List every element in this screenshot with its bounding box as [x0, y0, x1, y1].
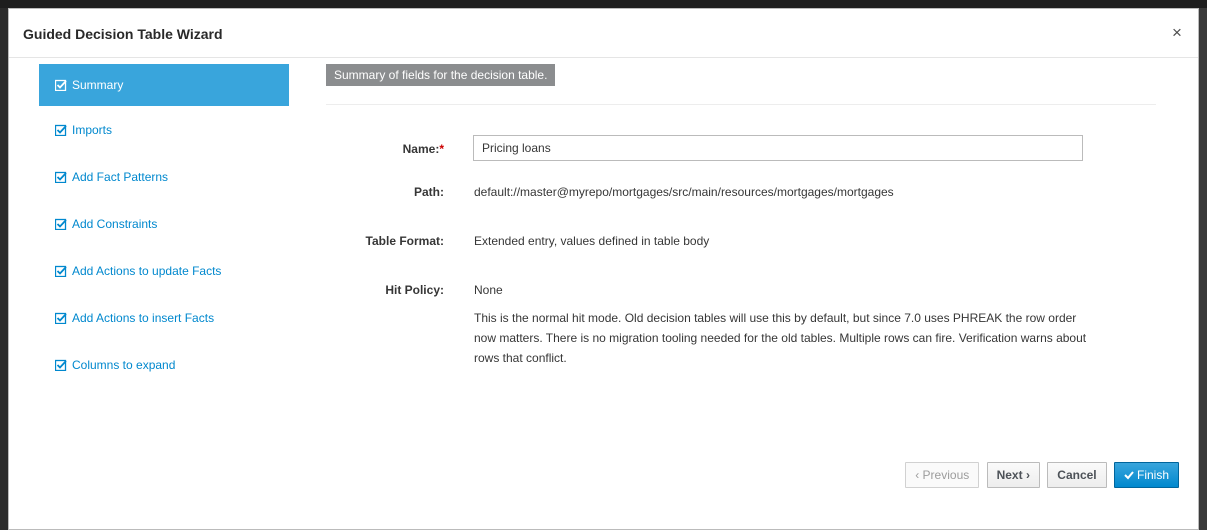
- name-label-text: Name:: [402, 142, 440, 156]
- step-add-actions-update[interactable]: Add Actions to update Facts: [39, 250, 289, 294]
- path-label: Path:: [414, 185, 444, 199]
- finish-label: Finish: [1136, 468, 1169, 482]
- checkbox-checked-icon: [55, 79, 67, 91]
- wizard-steps-nav: Summary Imports Add Fact Patterns Add Co…: [39, 64, 289, 391]
- hit-policy-description: This is the normal hit mode. Old decisio…: [474, 311, 1087, 365]
- step-label: Add Actions to insert Facts: [72, 311, 215, 325]
- step-label: Summary: [72, 78, 124, 92]
- summary-panel: Summary of fields for the decision table…: [326, 64, 1158, 365]
- table-format-label: Table Format:: [365, 234, 444, 248]
- step-label: Imports: [72, 123, 113, 137]
- hit-policy-label: Hit Policy:: [385, 283, 444, 297]
- close-button[interactable]: ×: [1170, 24, 1184, 41]
- dialog-title: Guided Decision Table Wizard: [23, 26, 223, 42]
- page-backdrop-edge: [1199, 8, 1207, 530]
- step-label: Add Actions to update Facts: [72, 264, 222, 278]
- checkbox-checked-icon: [55, 171, 67, 183]
- step-summary[interactable]: Summary: [39, 64, 289, 106]
- divider: [326, 104, 1156, 105]
- step-label: Columns to expand: [72, 358, 176, 372]
- dialog-header: Guided Decision Table Wizard ×: [9, 9, 1198, 58]
- hit-policy-value: None: [474, 283, 503, 297]
- summary-banner: Summary of fields for the decision table…: [326, 64, 556, 86]
- wizard-footer: ‹ Previous Next › Cancel Finish: [901, 462, 1179, 488]
- step-add-fact-patterns[interactable]: Add Fact Patterns: [39, 156, 289, 200]
- step-label: Add Fact Patterns: [72, 170, 169, 184]
- checkmark-icon: [1124, 471, 1134, 480]
- checkbox-checked-icon: [55, 312, 67, 324]
- step-label: Add Constraints: [72, 217, 158, 231]
- table-format-value: Extended entry, values defined in table …: [474, 234, 710, 248]
- checkbox-checked-icon: [55, 359, 67, 371]
- previous-button[interactable]: ‹ Previous: [905, 462, 980, 488]
- finish-button[interactable]: Finish: [1113, 462, 1179, 488]
- cancel-button[interactable]: Cancel: [1047, 462, 1107, 488]
- name-input[interactable]: [473, 135, 1083, 161]
- step-imports[interactable]: Imports: [39, 109, 289, 153]
- checkbox-checked-icon: [55, 124, 67, 136]
- required-marker: *: [439, 142, 444, 156]
- checkbox-checked-icon: [55, 265, 67, 277]
- page-backdrop: [0, 0, 1207, 8]
- checkbox-checked-icon: [55, 218, 67, 230]
- path-value: default://master@myrepo/mortgages/src/ma…: [474, 185, 894, 199]
- next-button[interactable]: Next ›: [986, 462, 1040, 488]
- name-label: Name:*: [326, 142, 444, 156]
- step-add-actions-insert[interactable]: Add Actions to insert Facts: [39, 297, 289, 341]
- step-columns-to-expand[interactable]: Columns to expand: [39, 344, 289, 388]
- step-add-constraints[interactable]: Add Constraints: [39, 203, 289, 247]
